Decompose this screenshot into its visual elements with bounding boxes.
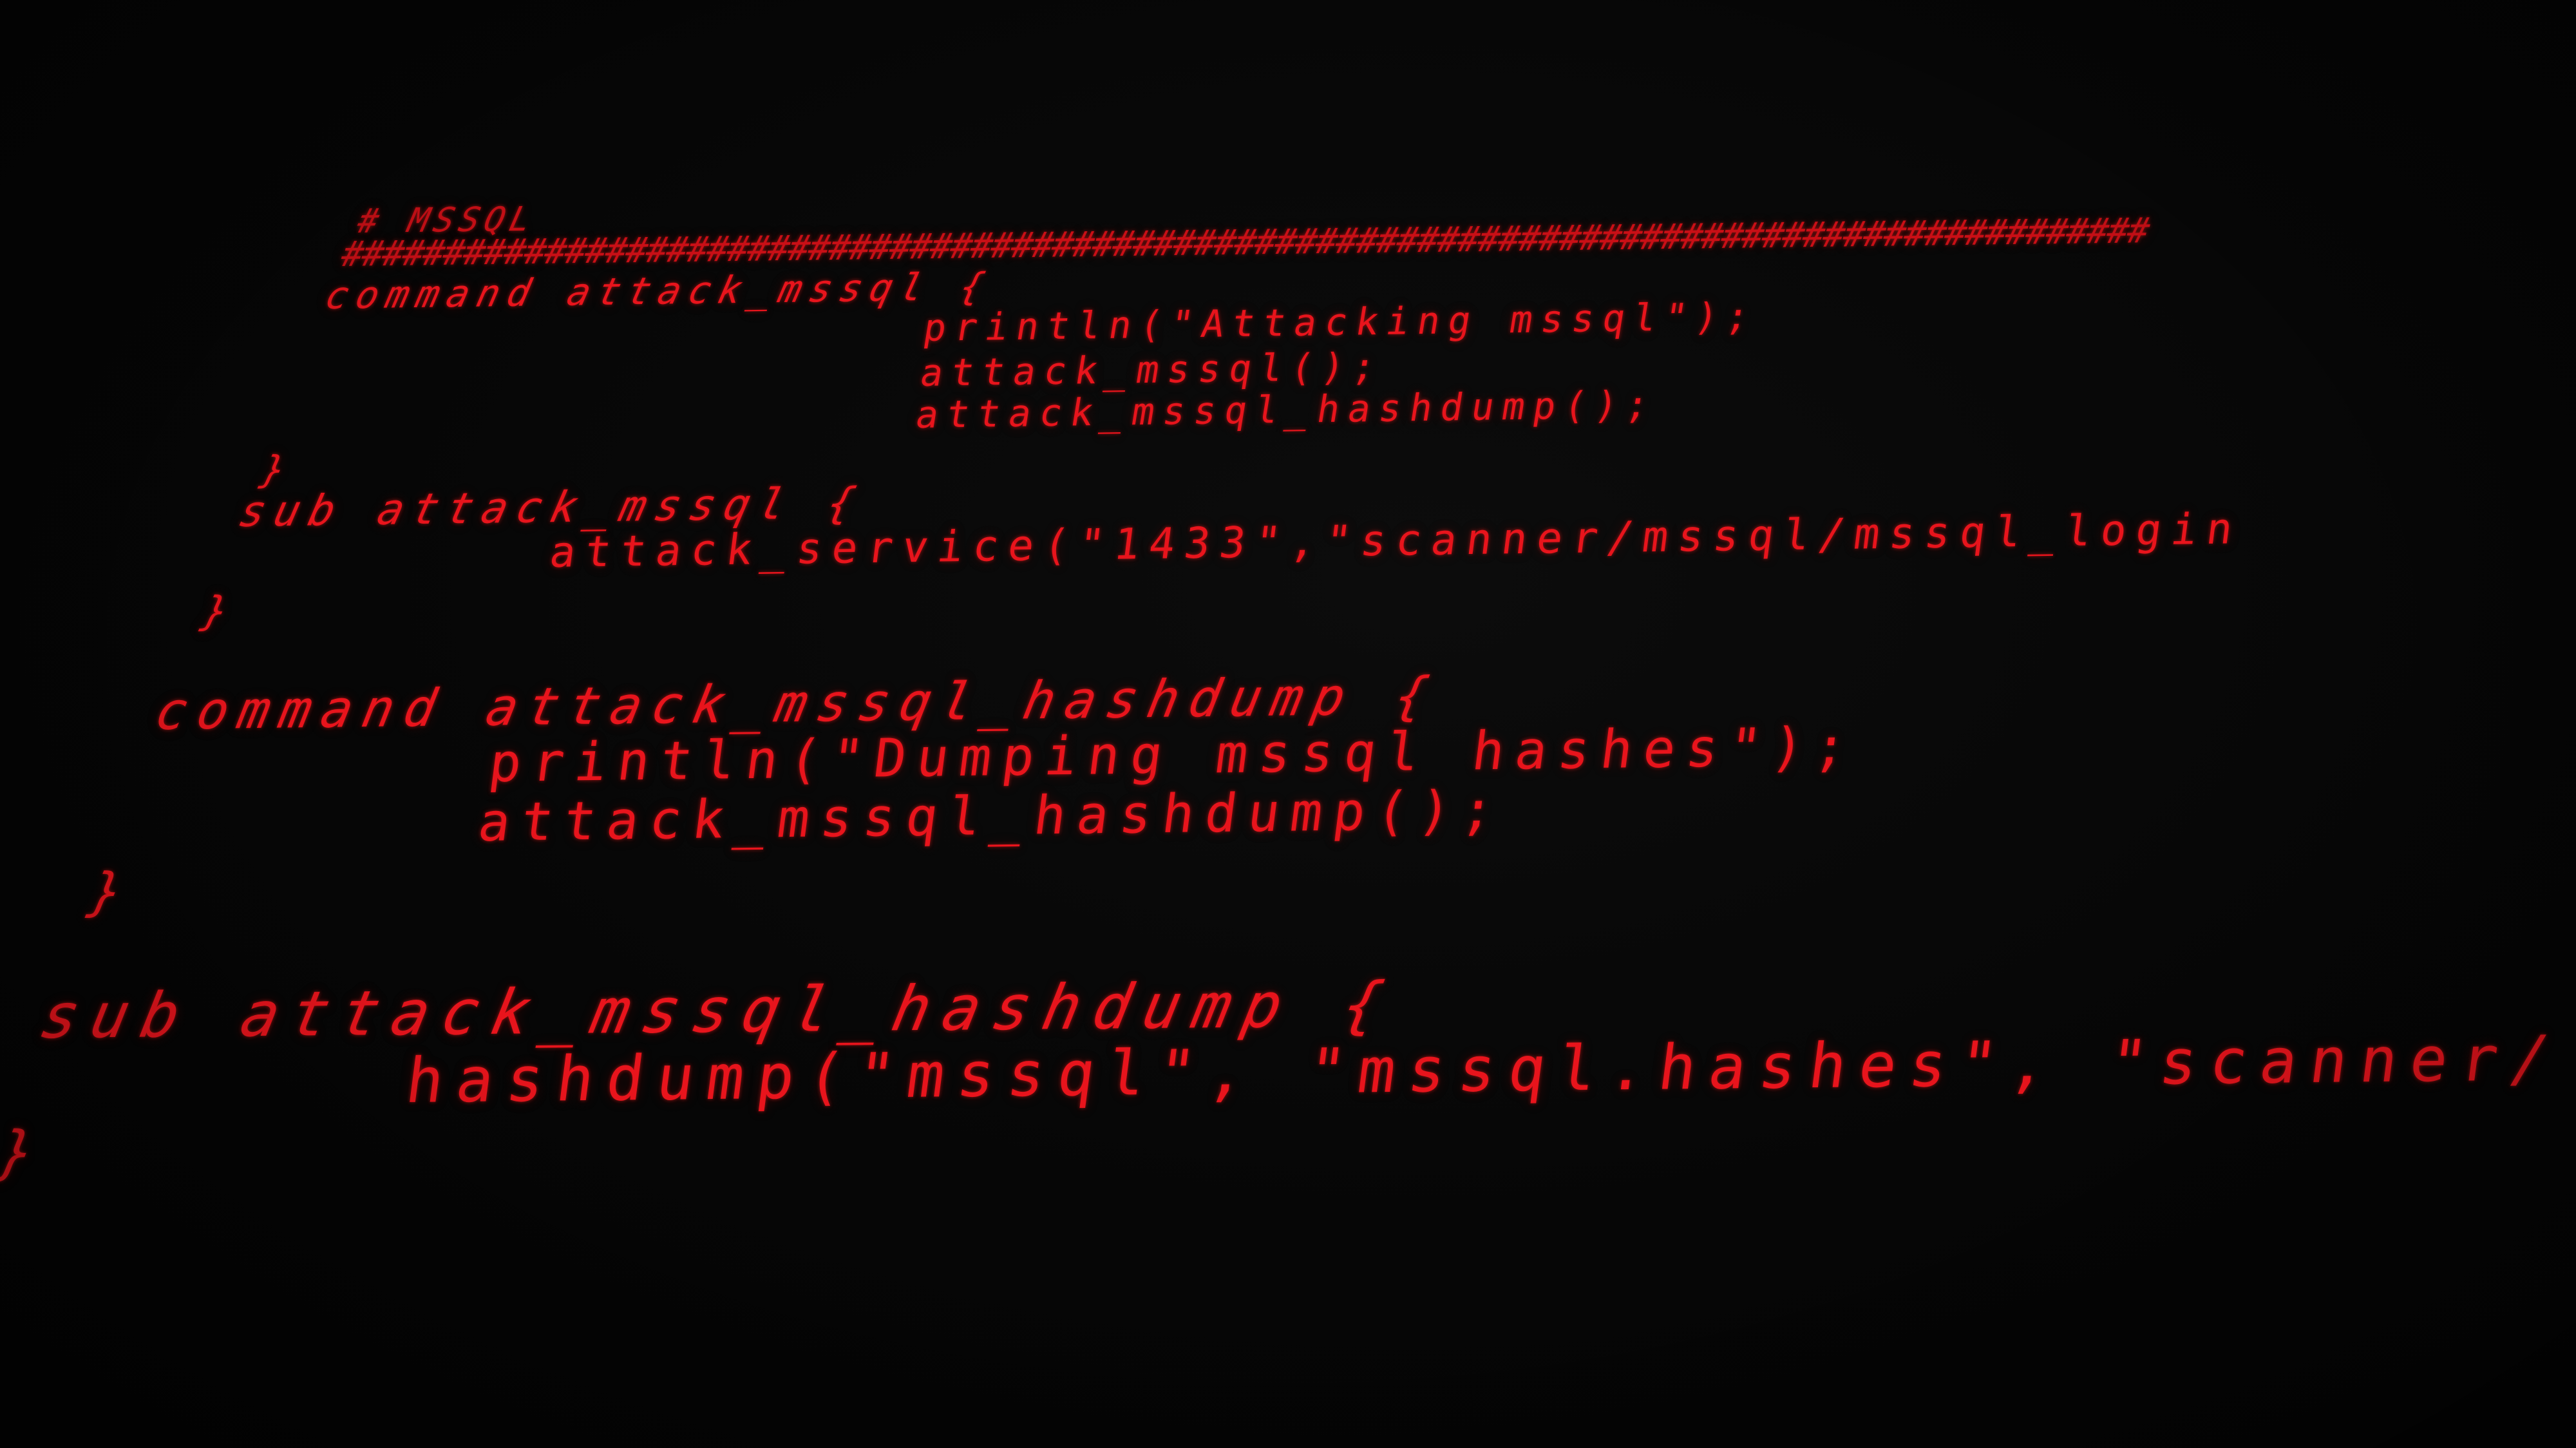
code-call-hashdump: attack_mssql_hashdump();	[475, 779, 1509, 854]
code-hash-divider: ########################################…	[337, 210, 2154, 275]
terminal-screen: # MSSQL ################################…	[0, 0, 2576, 1448]
code-call-attack-mssql-hashdump: attack_mssql_hashdump();	[913, 382, 1661, 437]
code-command-attack-mssql: command attack_mssql {	[321, 264, 996, 318]
code-close-brace-4: }	[0, 1119, 41, 1186]
code-close-brace-2: }	[197, 587, 234, 634]
code-println-attacking: println("Attacking mssql");	[920, 294, 1761, 350]
code-close-brace-3: }	[84, 862, 128, 922]
code-close-brace-1: }	[256, 448, 290, 491]
code-call-attack-mssql: attack_mssql();	[917, 344, 1387, 395]
code-println-dumping: println("Dumping mssql hashes");	[486, 716, 1862, 795]
